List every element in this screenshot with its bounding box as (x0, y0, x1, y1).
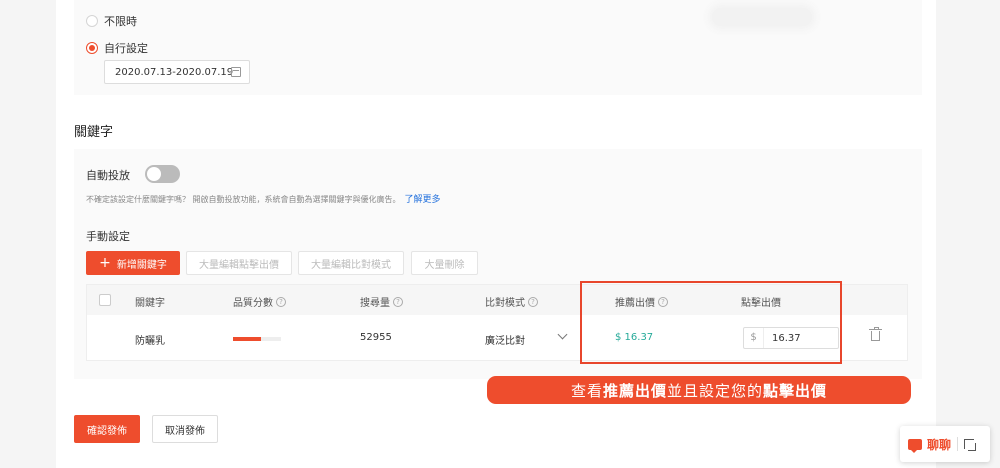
header-match-type: 比對模式? (485, 294, 538, 309)
row-keyword: 防曬乳 (135, 336, 165, 347)
chat-bubble-icon (908, 438, 922, 453)
annotation-banner: 查看 推薦出價 並且設定您的 點擊出價 (487, 376, 911, 404)
keywords-section-title: 關鍵字 (74, 125, 114, 140)
date-range-value: 2020.07.13-2020.07.19 (115, 66, 234, 78)
annotation-middle: 並且設定您的 (667, 381, 764, 400)
chat-divider (957, 437, 959, 451)
header-quality: 品質分數? (233, 294, 286, 309)
radio-unlimited-label: 不限時 (104, 15, 137, 28)
learn-more-link[interactable]: 了解更多 (405, 195, 441, 205)
select-all-checkbox[interactable] (99, 294, 111, 306)
auto-bid-hint-text: 不確定該設定什麼關鍵字嗎？ 開啟自動投放功能，系統會自動為選擇關鍵字與優化廣告。 (86, 195, 401, 204)
header-keyword: 關鍵字 (135, 298, 165, 309)
auto-bid-hint: 不確定該設定什麼關鍵字嗎？ 開啟自動投放功能，系統會自動為選擇關鍵字與優化廣告。… (86, 192, 441, 205)
annotation-bold-2: 點擊出價 (763, 381, 828, 400)
blurred-area (712, 8, 812, 26)
radio-custom[interactable]: 自行設定 (86, 40, 148, 56)
chat-label: 聊聊 (927, 437, 952, 452)
date-range-picker[interactable]: 2020.07.13-2020.07.19 (104, 60, 250, 84)
annotation-prefix: 查看 (570, 381, 603, 400)
trash-icon[interactable] (869, 327, 882, 341)
help-icon[interactable]: ? (393, 296, 403, 307)
bulk-delete-button[interactable]: 大量刪除 (411, 251, 478, 275)
row-search-volume: 52955 (360, 332, 392, 343)
header-match-type-label: 比對模式 (485, 298, 525, 309)
radio-unlimited[interactable]: 不限時 (86, 13, 137, 29)
manual-setting-label: 手動設定 (86, 230, 130, 243)
radio-custom-icon[interactable] (86, 42, 98, 54)
add-keyword-label: 新增關鍵字 (116, 259, 167, 271)
header-search-volume-label: 搜尋量 (360, 298, 390, 309)
calendar-icon[interactable] (231, 67, 241, 77)
help-icon[interactable]: ? (276, 296, 286, 307)
auto-bid-label: 自動投放 (86, 169, 130, 182)
cancel-publish-button[interactable]: 取消發佈 (152, 415, 218, 443)
auto-bid-toggle[interactable] (145, 165, 180, 183)
highlight-box (580, 281, 842, 364)
chat-widget[interactable]: 聊聊 (900, 426, 990, 462)
quality-score-fill (233, 337, 261, 341)
annotation-bold-1: 推薦出價 (602, 381, 667, 400)
help-icon[interactable]: ? (528, 296, 538, 307)
header-quality-label: 品質分數 (233, 298, 273, 309)
row-match-type[interactable]: 廣泛比對 (485, 332, 525, 347)
plus-icon: + (99, 255, 111, 271)
quality-score-bar (233, 337, 281, 341)
popout-icon[interactable] (964, 439, 977, 451)
bulk-edit-bid-button[interactable]: 大量編輯點擊出價 (186, 251, 292, 275)
radio-custom-label: 自行設定 (104, 42, 148, 55)
bulk-edit-match-button[interactable]: 大量編輯比對模式 (298, 251, 404, 275)
radio-unlimited-icon[interactable] (86, 15, 98, 27)
confirm-publish-button[interactable]: 確認發佈 (74, 415, 140, 443)
add-keyword-button[interactable]: + 新增關鍵字 (86, 251, 180, 275)
chevron-down-icon[interactable] (557, 329, 568, 340)
header-search-volume: 搜尋量? (360, 294, 403, 309)
